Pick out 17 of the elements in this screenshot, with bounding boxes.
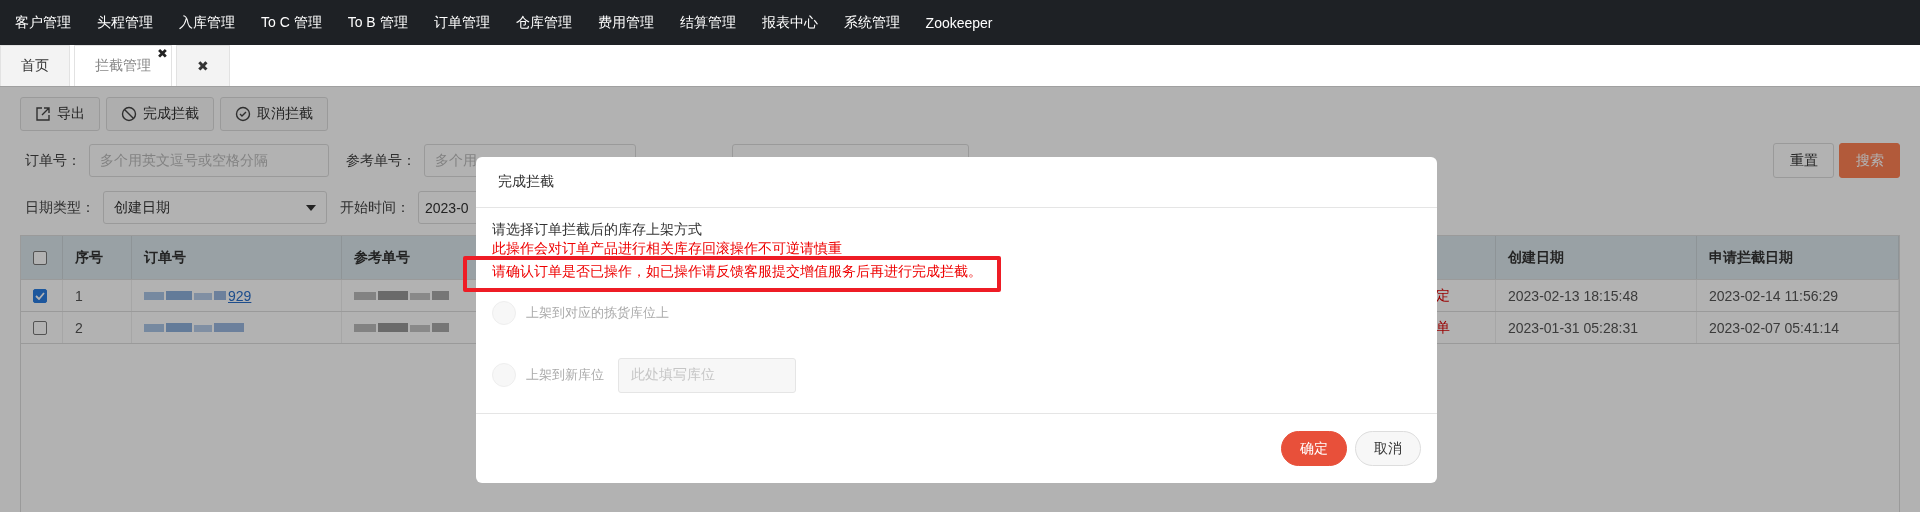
- column-header: 创建日期: [1496, 236, 1697, 279]
- column-header: 订单号: [132, 236, 342, 279]
- table-cell: 2023-02-14 11:56:29: [1697, 280, 1899, 311]
- option-label: 上架到新库位: [526, 366, 604, 384]
- table-cell: 1: [63, 280, 132, 311]
- column-header: 序号: [63, 236, 132, 279]
- column-header: 申请拦截日期: [1697, 236, 1899, 279]
- dialog-title: 完成拦截: [476, 157, 1437, 208]
- table-cell: 2023-02-13 18:15:48: [1496, 280, 1697, 311]
- filter-label: 参考单号：: [345, 151, 417, 170]
- table-cell: 2023-02-07 05:41:14: [1697, 312, 1899, 343]
- prompt-text: 请选择订单拦截后的库存上架方式: [492, 220, 703, 239]
- filter-label: 日期类型：: [24, 198, 96, 217]
- table-cell: 2: [63, 312, 132, 343]
- table-cell: 2023-01-31 05:28:31: [1496, 312, 1697, 343]
- filter-label: 开始时间：: [339, 198, 411, 217]
- filter-label: 订单号：: [24, 151, 82, 170]
